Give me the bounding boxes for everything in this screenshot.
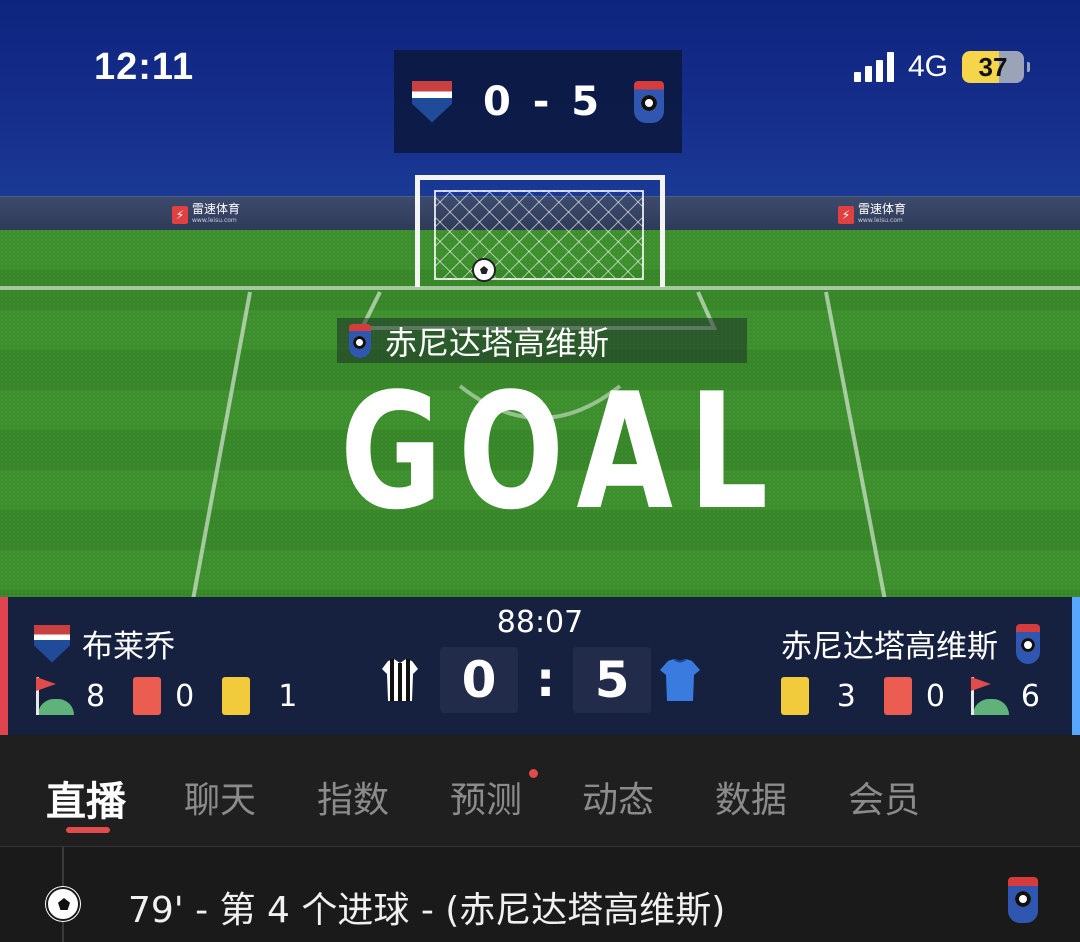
corner-flag-icon bbox=[34, 677, 74, 715]
ad-logo-left: ⚡ 雷速体育 www.leisu.com bbox=[172, 203, 240, 227]
away-crest-icon bbox=[1008, 877, 1038, 923]
score-separator: : bbox=[536, 652, 556, 708]
tab-prediction[interactable]: 预测 bbox=[450, 771, 522, 823]
goal-frame bbox=[415, 175, 665, 287]
ad-logo-right: ⚡ 雷速体育 www.leisu.com bbox=[838, 203, 906, 227]
event-description: 79' - 第 4 个进球 - (赤尼达塔高维斯) bbox=[128, 890, 726, 931]
signal-icon bbox=[853, 52, 894, 82]
status-indicators: 4G 37 bbox=[853, 50, 1030, 84]
detail-tabs: 直播 聊天 指数 预测 动态 数据 会员 bbox=[0, 735, 1080, 847]
away-corners: 6 bbox=[1020, 678, 1040, 714]
notification-dot bbox=[529, 769, 538, 778]
event-timeline: 79' - 第 4 个进球 - (赤尼达塔高维斯) bbox=[0, 847, 1080, 942]
corner-flag-icon bbox=[969, 677, 1009, 715]
yellow-card-icon bbox=[780, 677, 809, 715]
home-score: 0 bbox=[440, 647, 518, 713]
tab-odds[interactable]: 指数 bbox=[317, 771, 389, 823]
goal-headline: GOAL bbox=[340, 358, 784, 545]
event-team-crest bbox=[1008, 877, 1038, 923]
ad-brand-right: 雷速体育 bbox=[858, 202, 907, 216]
tab-chat[interactable]: 聊天 bbox=[184, 771, 256, 823]
overlay-scoreboard: 0 - 5 bbox=[394, 50, 682, 153]
away-crest-icon bbox=[349, 323, 371, 358]
ad-url-left: www.leisu.com bbox=[192, 217, 237, 224]
status-time: 12:11 bbox=[94, 46, 195, 88]
active-tab-indicator bbox=[66, 827, 110, 833]
goal-animation-field: ⚡ 雷速体育 www.leisu.com ⚡ 雷速体育 www.leisu.co… bbox=[0, 0, 1080, 597]
home-red-cards: 0 bbox=[175, 678, 195, 714]
soccer-ball-icon bbox=[472, 258, 496, 282]
tab-membership[interactable]: 会员 bbox=[848, 771, 920, 823]
battery-icon: 37 bbox=[962, 51, 1030, 83]
network-type: 4G bbox=[907, 50, 948, 83]
away-stats: 3 0 6 bbox=[780, 677, 1040, 715]
red-card-icon bbox=[883, 677, 912, 715]
tab-activity[interactable]: 动态 bbox=[582, 771, 654, 823]
brand-icon: ⚡ bbox=[172, 206, 188, 224]
home-crest-icon bbox=[412, 80, 452, 123]
tab-live[interactable]: 直播 bbox=[46, 769, 126, 827]
scorer-team-name: 赤尼达塔高维斯 bbox=[385, 323, 610, 362]
away-red-cards: 0 bbox=[925, 678, 945, 714]
away-crest-icon bbox=[634, 80, 664, 123]
home-yellow-cards: 1 bbox=[278, 678, 298, 714]
scorer-banner: 赤尼达塔高维斯 bbox=[337, 318, 747, 363]
ad-url-right: www.leisu.com bbox=[858, 217, 903, 224]
tab-stats[interactable]: 数据 bbox=[715, 771, 787, 823]
red-card-icon bbox=[133, 677, 162, 715]
overlay-score: 0 - 5 bbox=[482, 78, 604, 125]
away-kit-icon bbox=[660, 659, 700, 701]
home-kit-icon bbox=[382, 659, 418, 701]
home-stats: 8 0 1 bbox=[34, 677, 297, 715]
yellow-card-icon bbox=[222, 677, 251, 715]
away-yellow-cards: 3 bbox=[836, 678, 856, 714]
away-score: 5 bbox=[573, 647, 652, 713]
soccer-ball-icon bbox=[46, 887, 80, 921]
main-score: 0 : 5 bbox=[440, 647, 652, 713]
brand-icon: ⚡ bbox=[838, 206, 854, 224]
match-clock: 88:07 bbox=[496, 605, 584, 640]
match-scoreboard[interactable]: 布莱乔 赤尼达塔高维斯 8 0 1 3 0 6 88:07 0 : 5 bbox=[0, 597, 1080, 735]
ad-brand-left: 雷速体育 bbox=[192, 202, 241, 216]
home-corners: 8 bbox=[86, 678, 106, 714]
